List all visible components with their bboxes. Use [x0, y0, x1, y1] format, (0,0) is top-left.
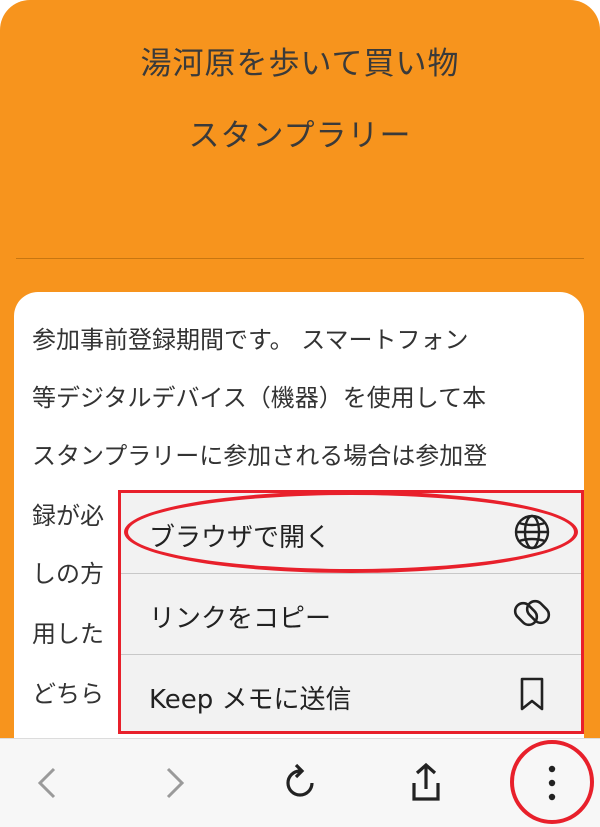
share-button[interactable]	[402, 759, 450, 807]
body-text-line: スタンプラリーに参加される場合は参加登	[32, 442, 488, 470]
highlight-annotation	[124, 491, 578, 573]
reload-button[interactable]	[276, 759, 324, 807]
page-title-line-1: 湯河原を歩いて買い物	[140, 46, 460, 82]
menu-item-copy-link[interactable]: リンクをコピー	[121, 574, 581, 654]
body-text-line: どちら	[32, 680, 104, 708]
chevron-left-icon	[37, 767, 56, 799]
share-icon	[412, 762, 440, 801]
menu-item-send-to-keep[interactable]: Keep メモに送信	[121, 655, 581, 731]
page-title-line-2: スタンプラリー	[188, 118, 412, 154]
reload-icon	[286, 763, 314, 797]
menu-item-label: リンクをコピー	[149, 604, 332, 634]
back-button[interactable]	[24, 759, 72, 807]
menu-item-label: Keep メモに送信	[149, 685, 352, 715]
forward-button[interactable]	[150, 759, 198, 807]
body-text-line: 参加事前登録期間です。 スマートフォン	[32, 326, 469, 354]
body-text-line: しの方	[32, 560, 104, 588]
body-text-line: 用した	[32, 620, 104, 648]
bookmark-icon	[513, 675, 551, 713]
header-divider	[16, 258, 584, 259]
link-icon	[513, 594, 551, 632]
body-text-line: 録が必	[32, 502, 104, 530]
highlight-annotation	[510, 740, 594, 824]
body-text-line: 等デジタルデバイス（機器）を使用して本	[32, 384, 487, 412]
chevron-right-icon	[166, 767, 185, 799]
